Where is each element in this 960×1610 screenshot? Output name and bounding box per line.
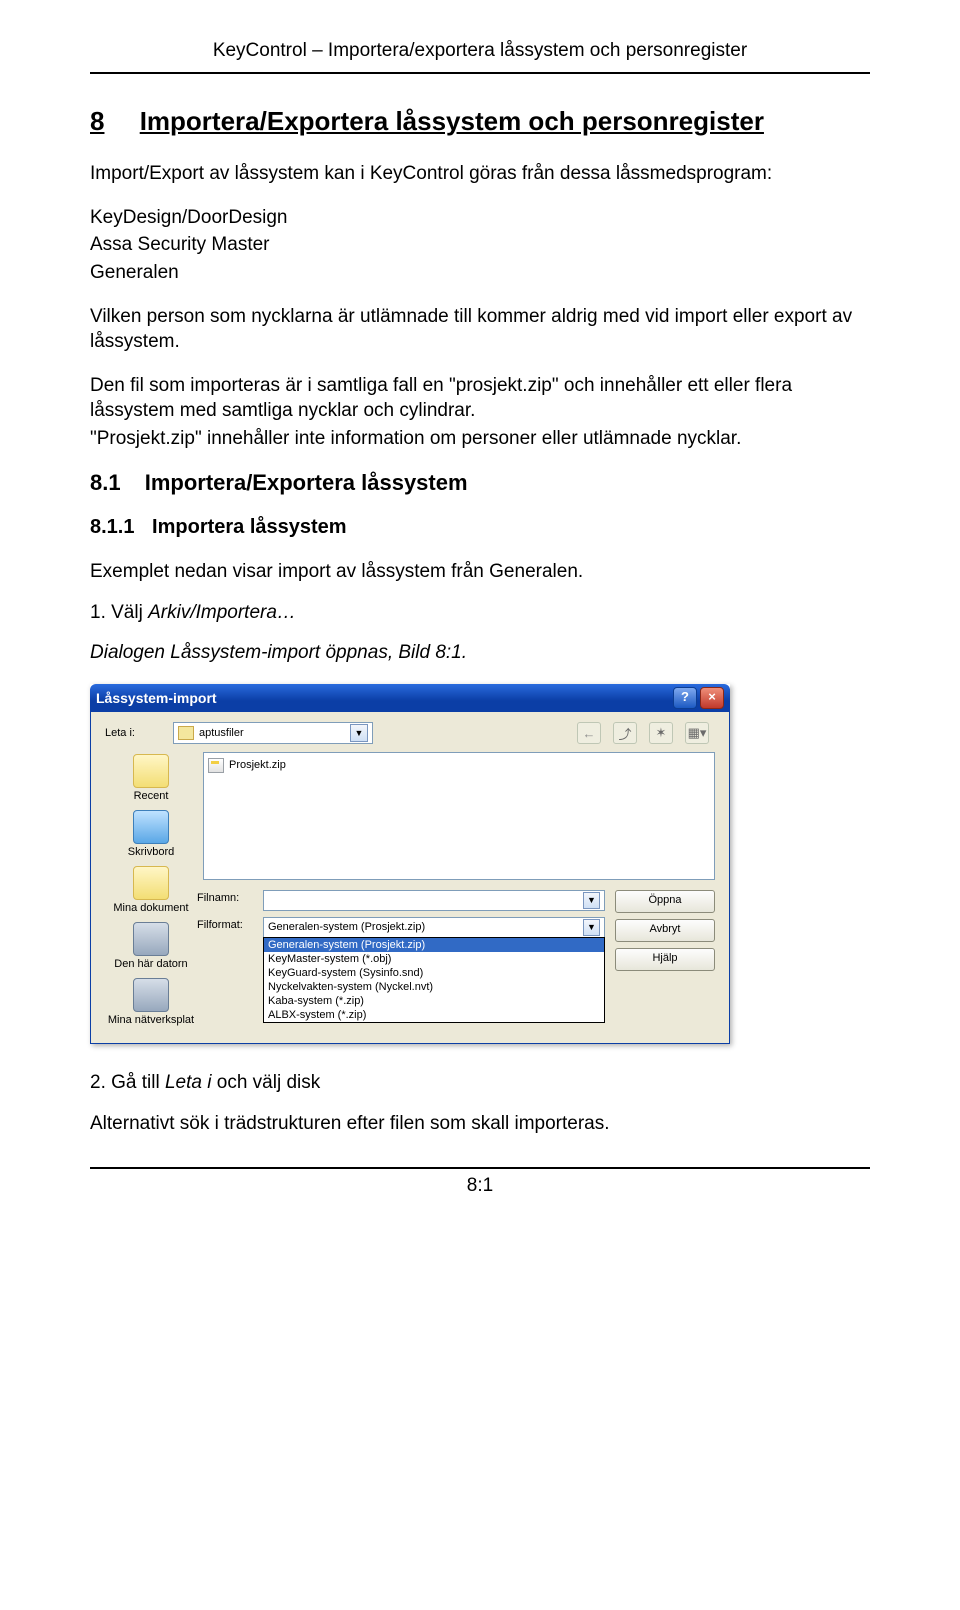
sidebar-item-network[interactable]: Mina nätverksplat (105, 976, 197, 1028)
back-icon[interactable]: ← (577, 722, 601, 744)
documents-icon (133, 866, 169, 900)
file-list[interactable]: Prosjekt.zip (203, 752, 715, 879)
caption-italic: Låssystem-import (170, 642, 320, 663)
dialog-title: Låssystem-import (96, 690, 670, 706)
step-text: 2. Gå till (90, 1072, 165, 1093)
caption-post: öppnas, Bild 8:1. (320, 642, 467, 663)
sidebar-item-label: Mina dokument (113, 902, 188, 914)
list-item: Generalen (90, 260, 870, 286)
dropdown-option[interactable]: Generalen-system (Prosjekt.zip) (264, 938, 604, 952)
subsection-heading: 8.1 Importera/Exportera låssystem (90, 470, 870, 496)
look-in-value: aptusfiler (199, 727, 244, 739)
section-heading: 8 Importera/Exportera låssystem och pers… (90, 106, 870, 137)
page-header: KeyControl – Importera/exportera låssyst… (90, 40, 870, 62)
look-in-label: Leta i: (105, 727, 173, 739)
paragraph: "Prosjekt.zip" innehåller inte informati… (90, 426, 870, 452)
filename-field[interactable]: ▼ (263, 890, 605, 911)
footer-rule (90, 1167, 870, 1169)
subsubsection-number: 8.1.1 (90, 516, 134, 538)
subsection-number: 8.1 (90, 470, 121, 495)
sidebar-item-my-computer[interactable]: Den här datorn (105, 920, 197, 972)
alt-paragraph: Alternativt sök i trädstrukturen efter f… (90, 1111, 870, 1137)
places-sidebar: Recent Skrivbord Mina dokument Den här d… (105, 752, 197, 1028)
file-item[interactable]: Prosjekt.zip (208, 757, 710, 773)
sidebar-item-my-documents[interactable]: Mina dokument (105, 864, 197, 916)
recent-icon (133, 754, 169, 788)
section-number: 8 (90, 106, 104, 136)
subsubsection-heading: 8.1.1 Importera låssystem (90, 516, 870, 539)
step-italic: Leta i (165, 1072, 211, 1093)
example-paragraph: Exemplet nedan visar import av låssystem… (90, 559, 870, 585)
dropdown-option[interactable]: Kaba-system (*.zip) (264, 994, 604, 1008)
file-name: Prosjekt.zip (229, 759, 286, 771)
desktop-icon (133, 810, 169, 844)
subsubsection-title: Importera låssystem (152, 516, 347, 538)
sidebar-item-label: Skrivbord (128, 846, 174, 858)
list-item: KeyDesign/DoorDesign (90, 205, 870, 231)
cancel-button[interactable]: Avbryt (615, 919, 715, 942)
sidebar-item-label: Mina nätverksplat (108, 1014, 194, 1026)
step-text: 1. Välj (90, 602, 148, 623)
chevron-down-icon[interactable]: ▼ (350, 724, 368, 742)
up-one-level-icon[interactable]: ⤴ (613, 722, 637, 744)
section-title: Importera/Exportera låssystem och person… (140, 106, 764, 136)
step-text: och välj disk (211, 1072, 320, 1093)
zip-file-icon (208, 758, 224, 773)
views-icon[interactable]: ▦▾ (685, 722, 709, 744)
fileformat-combo[interactable]: Generalen-system (Prosjekt.zip) ▼ Genera… (263, 917, 605, 1023)
step-italic: Arkiv/Importera… (148, 602, 296, 623)
step-2: 2. Gå till Leta i och välj disk (90, 1070, 870, 1096)
dropdown-option[interactable]: KeyGuard-system (Sysinfo.snd) (264, 966, 604, 980)
paragraph: Vilken person som nycklarna är utlämnade… (90, 304, 870, 355)
look-in-combo[interactable]: aptusfiler ▼ (173, 722, 373, 744)
new-folder-icon[interactable]: ✶ (649, 722, 673, 744)
list-item: Assa Security Master (90, 232, 870, 258)
filename-label: Filnamn: (197, 890, 263, 904)
computer-icon (133, 922, 169, 956)
sidebar-item-label: Den här datorn (114, 958, 187, 970)
chevron-down-icon[interactable]: ▼ (583, 919, 600, 936)
close-icon[interactable]: × (700, 687, 724, 709)
sidebar-item-label: Recent (134, 790, 169, 802)
page-number: 8:1 (90, 1175, 870, 1197)
network-icon (133, 978, 169, 1012)
folder-icon (178, 726, 194, 740)
step-1: 1. Välj Arkiv/Importera… (90, 602, 870, 624)
fileformat-label: Filformat: (197, 917, 263, 931)
fileformat-value: Generalen-system (Prosjekt.zip) (268, 921, 425, 933)
sidebar-item-desktop[interactable]: Skrivbord (105, 808, 197, 860)
program-list: KeyDesign/DoorDesign Assa Security Maste… (90, 205, 870, 286)
fileformat-dropdown-list[interactable]: Generalen-system (Prosjekt.zip) KeyMaste… (263, 937, 605, 1023)
header-rule (90, 72, 870, 74)
dialog-caption: Dialogen Låssystem-import öppnas, Bild 8… (90, 640, 870, 666)
help-button-icon[interactable]: ? (673, 687, 697, 709)
subsection-title: Importera/Exportera låssystem (145, 470, 468, 495)
caption-pre: Dialogen (90, 642, 170, 663)
help-button[interactable]: Hjälp (615, 948, 715, 971)
sidebar-item-recent[interactable]: Recent (105, 752, 197, 804)
dropdown-option[interactable]: Nyckelvakten-system (Nyckel.nvt) (264, 980, 604, 994)
dropdown-option[interactable]: KeyMaster-system (*.obj) (264, 952, 604, 966)
intro-paragraph: Import/Export av låssystem kan i KeyCont… (90, 161, 870, 187)
paragraph: Den fil som importeras är i samtliga fal… (90, 373, 870, 424)
dialog-titlebar[interactable]: Låssystem-import ? × (90, 684, 730, 712)
file-open-dialog: Låssystem-import ? × Leta i: aptusfiler … (90, 684, 730, 1043)
dropdown-option[interactable]: ALBX-system (*.zip) (264, 1008, 604, 1022)
chevron-down-icon[interactable]: ▼ (583, 892, 600, 909)
open-button[interactable]: Öppna (615, 890, 715, 913)
